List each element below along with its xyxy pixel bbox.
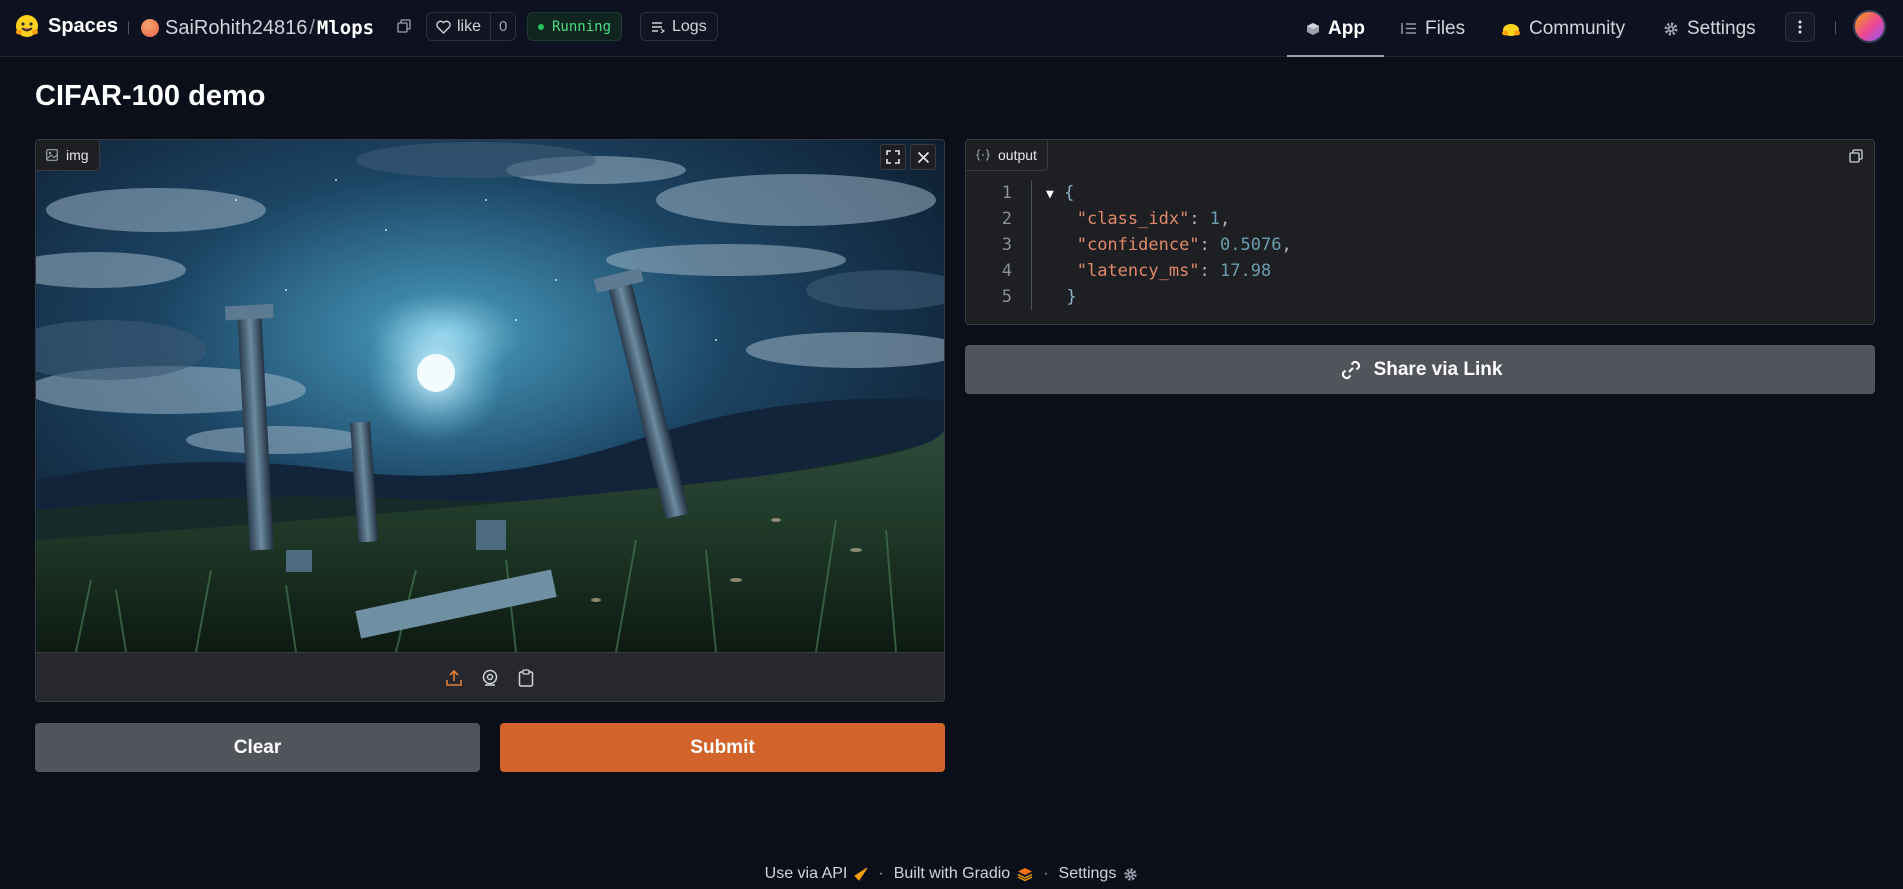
user-avatar[interactable] [1853,10,1886,43]
clipboard-source-button[interactable] [514,666,538,690]
collapse-toggle[interactable]: ▼ [1046,187,1054,202]
copy-output-button[interactable] [1844,144,1868,168]
tab-app-label: App [1328,17,1365,39]
top-bar: Spaces SaiRohith24816 / Mlops like 0 Run… [0,0,1903,57]
json-value: 0.5076 [1220,235,1282,255]
json-key: "latency_ms" [1076,261,1200,281]
hugging-face-logo [16,15,38,37]
app-cube-icon [1307,22,1319,35]
webcam-icon [482,669,498,686]
like-count: 0 [490,13,515,40]
line-number: 5 [1001,287,1012,307]
image-toolbar [880,144,936,170]
repo-breadcrumb: SaiRohith24816 / Mlops [141,13,374,43]
status-label: Running [552,18,612,35]
output-label: output [998,147,1037,163]
heart-icon [436,20,451,34]
clipboard-icon [518,668,534,687]
json-value: 1 [1209,209,1221,229]
gear-icon [1124,867,1137,881]
fullscreen-icon [886,150,900,164]
json-icon [976,149,990,161]
tab-files-label: Files [1425,17,1466,39]
image-source-bar [36,652,944,701]
spaces-home-link[interactable]: Spaces [14,13,118,39]
line-number: 3 [1001,235,1012,255]
upload-icon [446,669,462,686]
divider [128,21,129,34]
like-button[interactable]: like 0 [426,12,517,41]
built-with-gradio-link[interactable]: Built with Gradio [894,865,1034,883]
built-label: Built with Gradio [893,865,1011,882]
submit-button[interactable]: Submit [500,723,945,772]
breadcrumb-separator: / [309,16,315,39]
tab-settings[interactable]: Settings [1663,0,1756,57]
settings-label: Settings [1058,865,1117,882]
share-via-link-button[interactable]: Share via Link [965,345,1875,394]
json-close-brace: } [1066,287,1077,307]
code-line: 1 ▼ { [966,180,1874,206]
code-line: 5 } [966,284,1874,310]
clear-button[interactable]: Clear [35,723,480,772]
uploaded-image [36,140,944,652]
code-line: 4 "latency_ms": 17.98 [966,258,1874,284]
api-label: Use via API [764,865,848,882]
output-label-tag: output [966,140,1048,171]
input-label: img [66,147,89,163]
divider [1835,21,1836,34]
logs-icon [652,21,665,33]
page-title: CIFAR-100 demo [35,80,266,112]
share-label: Share via Link [1373,358,1503,380]
owner-avatar [141,19,159,37]
json-output-panel: output 1 ▼ { 2 "class_idx": 1, 3 "confid… [965,139,1875,325]
json-value: 17.98 [1220,261,1272,281]
logs-label: Logs [672,17,707,35]
footer-separator: · [1043,865,1049,882]
image-icon [46,149,58,161]
repo-link[interactable]: Mlops [317,17,374,39]
image-input-panel: img [35,139,945,702]
files-icon [1401,23,1416,34]
tab-settings-label: Settings [1687,17,1756,39]
more-menu-button[interactable] [1785,12,1815,42]
webcam-source-button[interactable] [478,666,502,690]
use-via-api-link[interactable]: Use via API [765,865,869,883]
copy-icon [1849,149,1863,163]
gradio-logo [1017,868,1033,881]
clear-image-button[interactable] [910,144,936,170]
active-tab-indicator [1287,55,1384,57]
input-label-tag: img [36,140,100,171]
footer-separator: · [878,865,884,882]
line-number: 2 [1001,209,1012,229]
line-number: 4 [1001,261,1012,281]
json-viewer: 1 ▼ { 2 "class_idx": 1, 3 "confidence": … [966,180,1874,310]
upload-source-button[interactable] [442,666,466,690]
status-dot-icon [538,23,544,30]
status-badge: Running [527,12,623,41]
tab-community[interactable]: Community [1501,0,1625,57]
copy-icon[interactable] [397,19,411,33]
code-line: 2 "class_idx": 1, [966,206,1874,232]
json-key: "confidence" [1076,235,1200,255]
tab-community-label: Community [1529,17,1626,39]
rocket-icon [854,867,868,881]
more-icon [1798,20,1802,34]
json-key: "class_idx" [1076,209,1190,229]
logs-button[interactable]: Logs [640,12,718,41]
brand-label: Spaces [48,14,119,37]
link-icon [1341,360,1360,379]
owner-link[interactable]: SaiRohith24816 [165,17,307,40]
tab-app[interactable]: App [1306,0,1365,57]
gear-icon [1664,22,1678,35]
footer-settings-link[interactable]: Settings [1059,865,1139,883]
line-number: 1 [1001,183,1012,203]
community-icon [1502,23,1520,36]
close-icon [917,151,929,163]
fullscreen-button[interactable] [880,144,906,170]
tab-files[interactable]: Files [1401,0,1465,57]
code-line: 3 "confidence": 0.5076, [966,232,1874,258]
like-label: like [457,17,482,35]
footer: Use via API · Built with Gradio · Settin… [0,862,1903,886]
json-open-brace: { [1064,183,1075,203]
